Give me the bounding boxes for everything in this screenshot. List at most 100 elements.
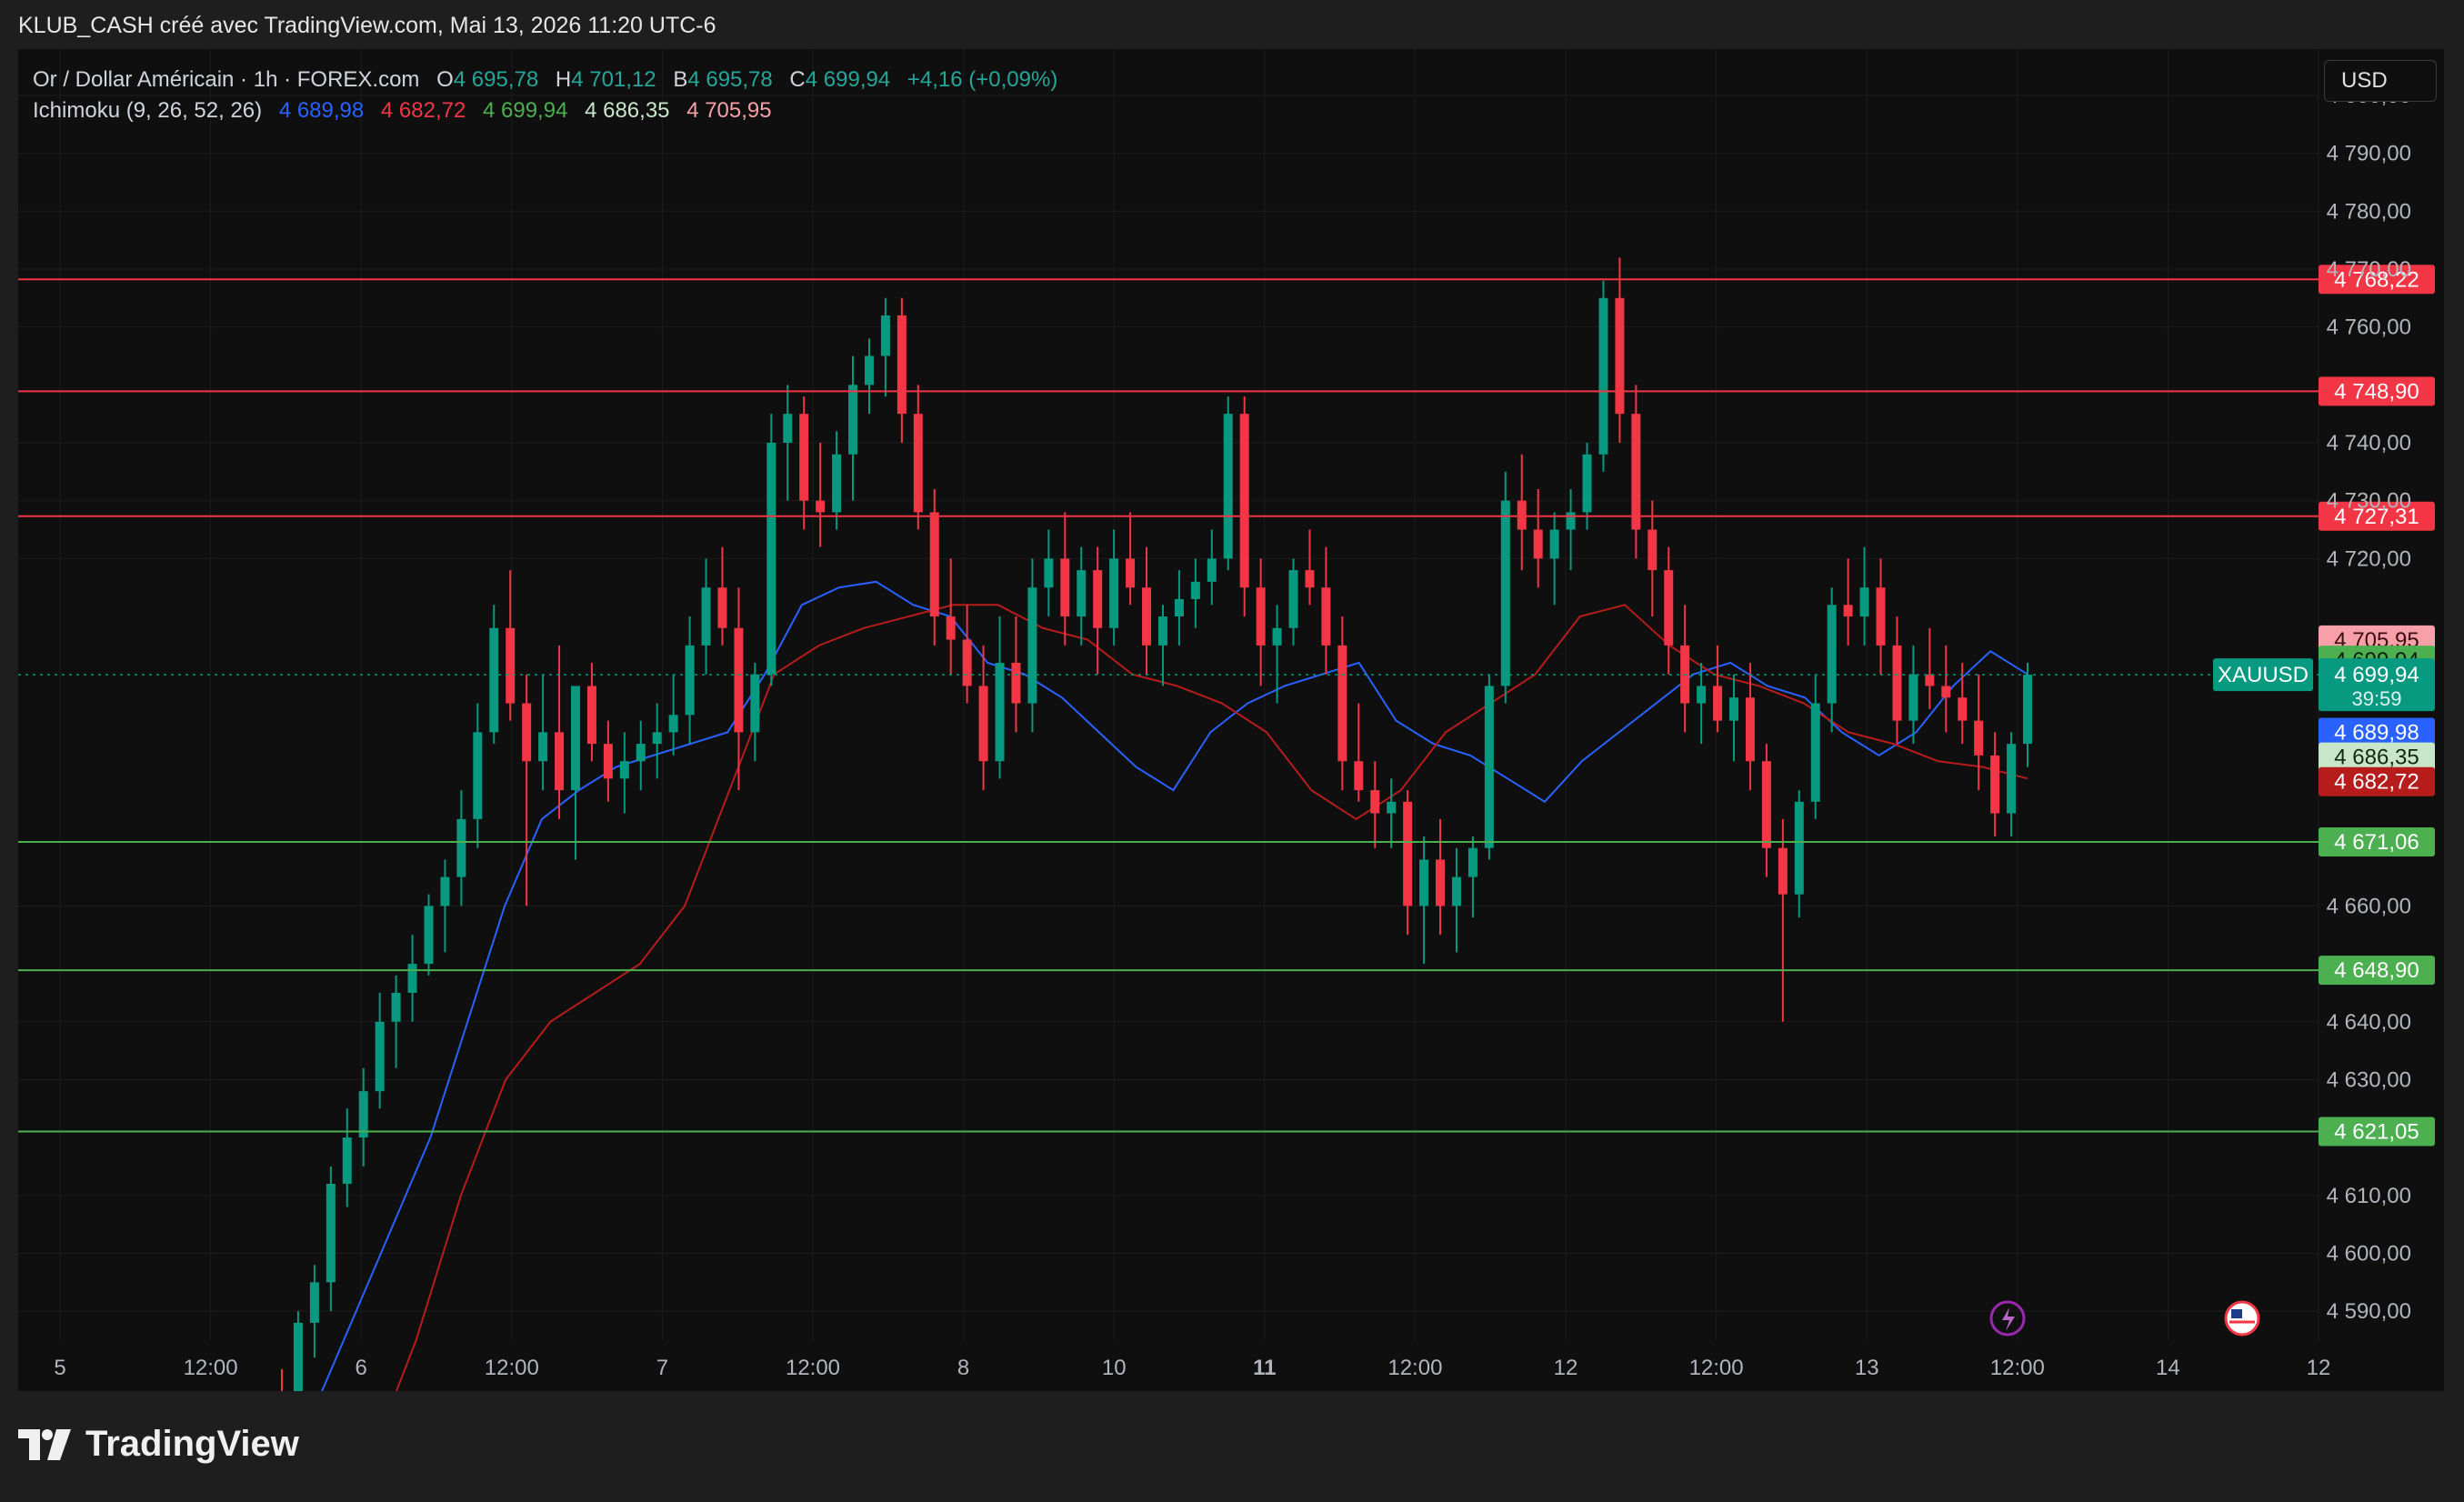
candle-body bbox=[1729, 697, 1739, 721]
candle-body bbox=[473, 732, 483, 819]
candle-body bbox=[424, 906, 434, 965]
change-value: +4,16 (+0,09%) bbox=[906, 67, 1058, 92]
candle-body bbox=[1876, 587, 1886, 646]
x-tick-label: 5 bbox=[54, 1356, 65, 1380]
y-tick-label: 4 610,00 bbox=[2327, 1184, 2411, 1208]
candle-body bbox=[652, 732, 662, 745]
x-tick-label: 8 bbox=[957, 1356, 969, 1380]
candle-body bbox=[1436, 859, 1446, 906]
symbol-tag-label: XAUUSD bbox=[2218, 663, 2309, 687]
candle-body bbox=[1810, 703, 1820, 802]
low-value: 4 695,78 bbox=[687, 67, 773, 92]
candle-body bbox=[522, 703, 532, 762]
candle-body bbox=[1974, 720, 1984, 756]
y-tick-label: 4 720,00 bbox=[2327, 546, 2411, 571]
candle-body bbox=[896, 315, 906, 415]
symbol-label[interactable]: Or / Dollar Américain · 1h · FOREX.com bbox=[33, 67, 419, 92]
close-value: 4 699,94 bbox=[805, 67, 891, 92]
candle-body bbox=[1500, 500, 1510, 686]
candle-body bbox=[1272, 627, 1282, 646]
candle-body bbox=[1157, 616, 1167, 646]
current-price-value: 4 699,94 bbox=[2334, 663, 2419, 687]
ichimoku-legend[interactable]: Ichimoku (9, 26, 52, 26) 4 689,98 4 682,… bbox=[33, 98, 772, 124]
candle-body bbox=[506, 627, 516, 704]
candle-body bbox=[848, 385, 858, 455]
indicator-price-tag-label: 4 682,72 bbox=[2334, 770, 2419, 795]
candle-body bbox=[586, 686, 596, 745]
ohlc-legend[interactable]: Or / Dollar Américain · 1h · FOREX.com O… bbox=[33, 67, 1057, 93]
candle-body bbox=[1403, 801, 1413, 906]
candle-body bbox=[1517, 500, 1527, 530]
candle-body bbox=[293, 1322, 303, 1391]
candle-body bbox=[668, 715, 678, 733]
candle-body bbox=[1778, 847, 1788, 895]
candle-body bbox=[783, 414, 793, 444]
candle-body bbox=[1598, 297, 1608, 455]
candle-body bbox=[1859, 587, 1869, 617]
candle-body bbox=[1174, 598, 1184, 617]
candle-body bbox=[391, 992, 401, 1022]
candle-body bbox=[1467, 847, 1477, 877]
candle-body bbox=[1925, 674, 1935, 686]
candle-body bbox=[1990, 755, 2000, 814]
high-label: H bbox=[555, 67, 572, 92]
x-tick-label: 12:00 bbox=[184, 1356, 238, 1380]
level-tag-label: 4 748,90 bbox=[2334, 379, 2419, 404]
candle-body bbox=[1484, 686, 1494, 848]
candle-body bbox=[799, 414, 809, 501]
candle-body bbox=[342, 1137, 352, 1185]
candle-body bbox=[1256, 587, 1266, 646]
candle-body bbox=[995, 662, 1005, 762]
x-tick-label: 12:00 bbox=[1689, 1356, 1744, 1380]
tenkan-value: 4 689,98 bbox=[278, 98, 365, 123]
span-a-value: 4 686,35 bbox=[585, 98, 670, 123]
ichimoku-name[interactable]: Ichimoku (9, 26, 52, 26) bbox=[33, 98, 262, 123]
chart-canvas[interactable]: 4 768,224 748,904 727,314 671,064 648,90… bbox=[18, 49, 2444, 1391]
level-tag-label: 4 648,90 bbox=[2334, 958, 2419, 983]
candle-body bbox=[1027, 587, 1037, 704]
candle-body bbox=[1648, 529, 1658, 571]
y-tick-label: 4 590,00 bbox=[2327, 1299, 2411, 1324]
candle-body bbox=[832, 454, 842, 513]
y-tick-label: 4 790,00 bbox=[2327, 142, 2411, 166]
open-value: 4 695,78 bbox=[453, 67, 539, 92]
candle-body bbox=[1011, 662, 1021, 704]
kijun-value: 4 682,72 bbox=[380, 98, 466, 123]
candle-body bbox=[1321, 587, 1331, 646]
candle-body bbox=[1060, 558, 1070, 617]
x-tick-label: 14 bbox=[2156, 1356, 2180, 1380]
candle-body bbox=[1190, 581, 1200, 599]
candle-body bbox=[913, 414, 923, 513]
candle-body bbox=[309, 1282, 319, 1323]
candle-body bbox=[1533, 529, 1543, 559]
candle-body bbox=[1794, 801, 1804, 895]
candle-body bbox=[1126, 558, 1136, 588]
y-tick-label: 4 770,00 bbox=[2327, 257, 2411, 282]
close-label: C bbox=[789, 67, 806, 92]
candle-body bbox=[1419, 859, 1429, 906]
candle-body bbox=[1582, 454, 1592, 513]
candle-body bbox=[962, 639, 972, 686]
low-label: B bbox=[673, 67, 688, 92]
candle-body bbox=[717, 587, 727, 628]
currency-button[interactable]: USD bbox=[2324, 60, 2437, 102]
candle-body bbox=[1827, 605, 1837, 704]
y-tick-label: 4 660,00 bbox=[2327, 894, 2411, 918]
candle-body bbox=[1941, 686, 1951, 698]
candle-body bbox=[1109, 558, 1119, 628]
candle-body bbox=[1713, 686, 1723, 721]
level-tag-label: 4 671,06 bbox=[2334, 830, 2419, 855]
candle-body bbox=[1958, 697, 1968, 721]
tradingview-logo[interactable]: TradingView bbox=[18, 1424, 299, 1465]
chikou-value: 4 699,94 bbox=[483, 98, 568, 123]
candle-body bbox=[816, 500, 826, 513]
tradingview-logo-text: TradingView bbox=[85, 1424, 299, 1464]
candle-body bbox=[1631, 414, 1641, 530]
candle-body bbox=[603, 744, 613, 779]
candle-body bbox=[1745, 697, 1755, 762]
y-tick-label: 4 760,00 bbox=[2327, 315, 2411, 340]
candle-body bbox=[880, 315, 890, 356]
candle-body bbox=[538, 732, 548, 762]
candle-body bbox=[456, 818, 466, 877]
candle-body bbox=[570, 686, 580, 791]
